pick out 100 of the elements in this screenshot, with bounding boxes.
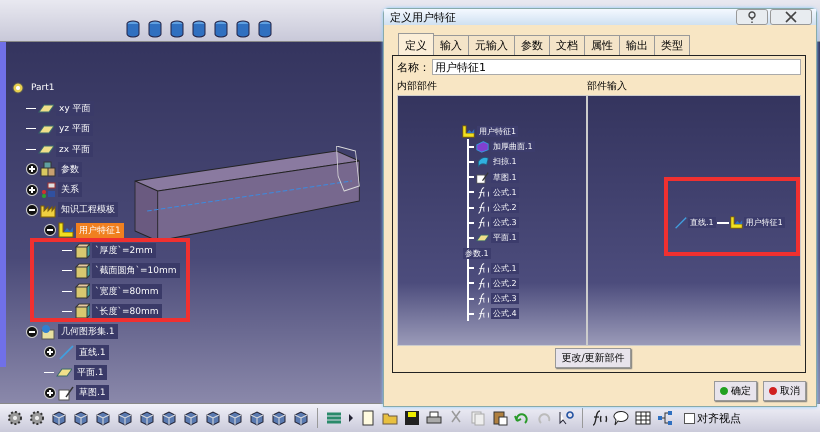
name-field[interactable]: 用户特征1: [432, 59, 801, 75]
field-label: 名称：: [397, 60, 430, 74]
cube-icon[interactable]: [138, 409, 156, 428]
cylinder-icon[interactable]: [125, 20, 141, 38]
close-icon[interactable]: [770, 9, 812, 25]
cylinder-icon[interactable]: [191, 20, 207, 38]
box-icon: [74, 242, 90, 259]
function-icon: [476, 216, 489, 230]
relations-icon: [40, 182, 56, 198]
cube-icon[interactable]: [248, 409, 266, 428]
tab[interactable]: 属性: [584, 35, 620, 55]
tree-item[interactable]: 直线.1: [76, 344, 109, 360]
tree-item[interactable]: 扫掠.1: [491, 156, 519, 168]
tab[interactable]: 参数: [514, 35, 550, 55]
input-item[interactable]: 直线.1: [688, 217, 716, 228]
tree-item[interactable]: 加厚曲面.1: [491, 141, 535, 152]
cylinder-icon[interactable]: [147, 20, 163, 38]
box-icon: [74, 262, 90, 279]
tree-item[interactable]: 公式.2: [491, 202, 519, 214]
sketch-icon: [58, 384, 74, 401]
factory-icon: [58, 222, 74, 238]
tree-item[interactable]: 公式.2: [491, 278, 519, 289]
function-icon[interactable]: [590, 409, 608, 428]
cancel-button[interactable]: 取消: [763, 381, 806, 401]
tree-item[interactable]: 几何图形集.1: [58, 324, 118, 340]
tree-item[interactable]: 草图.1: [491, 172, 519, 183]
cylinder-icon[interactable]: [235, 20, 251, 38]
tree-item[interactable]: 平面.1: [74, 364, 107, 380]
line-icon: [58, 344, 74, 360]
factory-icon: [462, 125, 475, 138]
factory-icon: [730, 216, 743, 229]
sweep-icon: [476, 155, 489, 168]
tree-item[interactable]: 平面.1: [491, 232, 519, 244]
tab[interactable]: 定义: [398, 33, 434, 55]
tree-item[interactable]: 草图.1: [76, 385, 109, 400]
blocks-icon: [40, 161, 56, 178]
tree-item[interactable]: 公式.1: [491, 186, 519, 198]
expand-toggle[interactable]: [26, 184, 38, 196]
pane-label: 内部部件: [397, 80, 438, 93]
cube-icon[interactable]: [182, 409, 200, 428]
function-icon: [476, 307, 489, 320]
tree-item[interactable]: 关系: [58, 182, 82, 198]
tree-item[interactable]: Part1: [28, 82, 58, 94]
expand-toggle[interactable]: [26, 163, 38, 176]
paste-icon[interactable]: [491, 409, 509, 428]
tree-item[interactable]: `截面圆角`=10mm: [92, 263, 180, 278]
tree-item[interactable]: 参数.1: [463, 248, 491, 259]
align-checkbox[interactable]: 对齐视点: [684, 410, 741, 426]
surface-icon: [476, 140, 489, 154]
cube-icon[interactable]: [160, 409, 178, 428]
function-icon: [476, 262, 489, 275]
expand-toggle[interactable]: [44, 386, 56, 399]
tree-item[interactable]: `宽度`=80mm: [92, 284, 162, 299]
update-button[interactable]: 更改/更新部件: [555, 348, 631, 368]
cube-icon[interactable]: [226, 409, 244, 428]
collapse-toggle[interactable]: [26, 326, 38, 338]
collapse-toggle[interactable]: [44, 224, 56, 236]
tab[interactable]: 元输入: [468, 35, 515, 55]
tree-item[interactable]: 公式.1: [491, 262, 519, 274]
expand-toggle[interactable]: [44, 346, 56, 358]
tree-item[interactable]: `长度`=80mm: [92, 304, 162, 319]
tree-item[interactable]: 公式.4: [491, 308, 519, 320]
cylinder-icon[interactable]: [257, 20, 273, 38]
cube-icon[interactable]: [116, 409, 134, 428]
pane-label: 部件输入: [587, 80, 628, 93]
tree-item[interactable]: zx 平面: [56, 142, 93, 157]
line-icon: [674, 216, 687, 229]
box-icon: [74, 303, 90, 320]
function-icon: [476, 292, 489, 306]
cube-icon[interactable]: [292, 409, 310, 428]
tab[interactable]: 文档: [549, 35, 585, 55]
tab[interactable]: 输出: [619, 35, 655, 55]
collapse-toggle[interactable]: [26, 204, 38, 216]
box-icon: [74, 283, 90, 300]
tree-item[interactable]: 公式.3: [491, 217, 519, 228]
function-icon: [476, 276, 489, 290]
hierarchy-icon[interactable]: [656, 409, 674, 428]
cylinder-icon[interactable]: [169, 20, 185, 38]
ok-button[interactable]: 确定: [714, 381, 757, 401]
tree-item[interactable]: 知识工程模板: [58, 202, 118, 218]
input-item[interactable]: 用户特征1: [744, 217, 785, 228]
tab[interactable]: 输入: [433, 35, 469, 55]
table-icon[interactable]: [634, 409, 652, 428]
tab[interactable]: 类型: [654, 35, 690, 55]
cube-icon[interactable]: [204, 409, 222, 428]
cylinder-icon[interactable]: [213, 20, 229, 38]
tree-item[interactable]: `厚度`=2mm: [92, 243, 156, 258]
tree-item[interactable]: 公式.3: [491, 293, 519, 304]
function-icon: [476, 201, 489, 214]
tree-item[interactable]: 参数: [58, 162, 82, 177]
tree-item[interactable]: 用户特征1: [477, 126, 518, 138]
tree-item[interactable]: yz 平面: [56, 121, 93, 136]
geometry-set-icon: [40, 324, 56, 340]
cube-icon[interactable]: [72, 409, 90, 428]
function-icon: [476, 186, 489, 199]
cube-icon[interactable]: [94, 409, 112, 428]
cube-icon[interactable]: [50, 409, 68, 428]
floppy-icon[interactable]: [403, 409, 421, 428]
speech-bubble-icon[interactable]: [612, 409, 630, 428]
cube-icon[interactable]: [270, 409, 288, 428]
